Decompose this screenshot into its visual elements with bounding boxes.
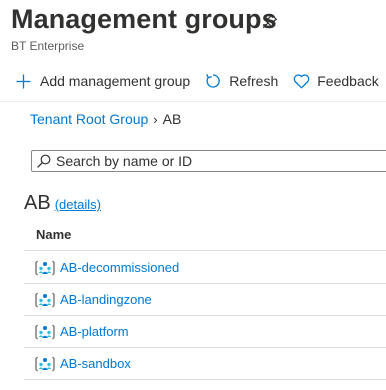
refresh-icon bbox=[206, 73, 220, 88]
refresh-button[interactable]: Refresh bbox=[205, 73, 278, 89]
table-row: AB-platform bbox=[24, 316, 386, 348]
breadcrumb-current: AB bbox=[162, 111, 182, 127]
feedback-label: Feedback bbox=[317, 73, 379, 89]
table-row: AB-sandbox bbox=[24, 348, 386, 380]
breadcrumb-tenant-root-group[interactable]: Tenant Root Group bbox=[30, 111, 148, 127]
add-management-group-button[interactable]: Add management group bbox=[16, 73, 190, 89]
heart-icon bbox=[293, 73, 310, 88]
search-box[interactable] bbox=[31, 150, 386, 172]
management-group-link[interactable]: AB-platform bbox=[60, 324, 129, 339]
toolbar: Add management group Refresh Feedback bbox=[16, 70, 379, 92]
details-link[interactable]: (details) bbox=[55, 197, 101, 212]
management-group-link[interactable]: AB-decommissioned bbox=[60, 260, 179, 275]
pin-icon[interactable] bbox=[262, 13, 278, 29]
add-management-group-label: Add management group bbox=[40, 73, 191, 89]
management-group-icon bbox=[35, 259, 55, 277]
management-group-link[interactable]: AB-landingzone bbox=[60, 292, 152, 307]
management-group-link[interactable]: AB-sandbox bbox=[60, 356, 131, 371]
refresh-label: Refresh bbox=[229, 73, 279, 89]
management-group-icon bbox=[35, 291, 55, 309]
management-group-icon bbox=[35, 323, 55, 341]
breadcrumb: Tenant Root Group › AB bbox=[30, 111, 181, 127]
group-header: AB (details) bbox=[24, 192, 101, 215]
table-row: AB-decommissioned bbox=[24, 252, 386, 284]
search-input[interactable] bbox=[56, 153, 356, 169]
toolbar-divider bbox=[0, 101, 386, 102]
page-subtitle: BT Enterprise bbox=[11, 39, 85, 53]
table-row: AB-landingzone bbox=[24, 284, 386, 316]
group-name: AB bbox=[24, 192, 51, 214]
feedback-button[interactable]: Feedback bbox=[293, 73, 379, 89]
management-group-list: AB-decommissioned AB-landingzone AB-plat… bbox=[24, 252, 386, 380]
header-divider bbox=[24, 250, 386, 251]
search-icon bbox=[37, 154, 51, 168]
page-title: Management groups bbox=[11, 4, 277, 34]
add-icon bbox=[16, 74, 31, 88]
management-group-icon bbox=[35, 355, 55, 373]
breadcrumb-separator: › bbox=[153, 111, 158, 127]
column-header-name[interactable]: Name bbox=[36, 227, 71, 242]
